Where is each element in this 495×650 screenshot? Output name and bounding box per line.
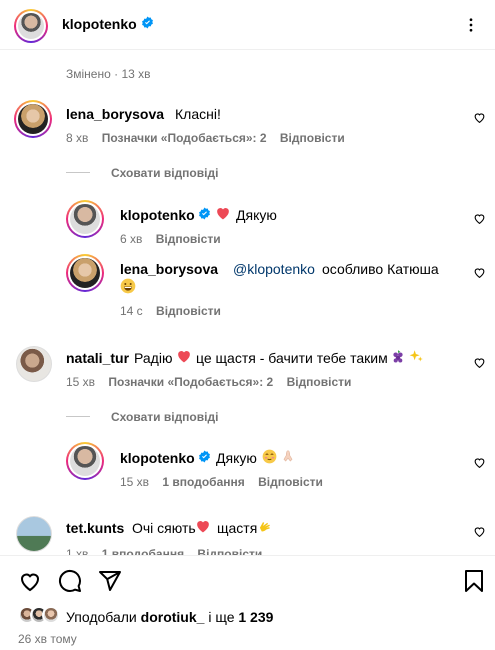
reply-button[interactable]: Відповісти <box>258 475 323 489</box>
verified-icon <box>199 450 210 463</box>
heart-icon[interactable] <box>473 525 486 538</box>
post-actions-footer: Уподобали dorotiuk_ і ще 1 239 26 хв том… <box>0 555 495 650</box>
comment-text: це щастя - бачити тебе таким <box>196 350 388 366</box>
comment-time: 15 хв <box>120 475 150 489</box>
reply-button[interactable]: Відповісти <box>156 304 221 318</box>
post-timestamp[interactable]: 26 хв тому <box>18 632 77 646</box>
verified-icon <box>142 16 153 29</box>
comment-time: 6 хв <box>120 232 143 246</box>
comment-text: Очі сяють <box>132 520 196 536</box>
avatar[interactable] <box>16 516 52 552</box>
commenter-story-ring[interactable] <box>66 200 104 238</box>
likes-count[interactable]: Позначки «Подобається»: 2 <box>102 131 267 145</box>
divider-line <box>66 172 90 173</box>
comment-time: 8 хв <box>66 131 89 145</box>
red-heart-emoji-icon <box>217 208 229 220</box>
comment-text: особливо Катюша <box>322 261 439 277</box>
likes-total[interactable]: 1 239 <box>238 609 273 625</box>
comment-time: 15 хв <box>66 375 96 389</box>
clap-emoji-icon <box>259 522 270 532</box>
comment-username[interactable]: klopotenko <box>120 207 195 223</box>
share-icon[interactable] <box>98 569 122 593</box>
author-username[interactable]: klopotenko <box>62 16 137 32</box>
avatar <box>70 204 100 234</box>
likes-count[interactable]: 1 вподобання <box>102 547 184 555</box>
pray-emoji-icon <box>283 450 293 462</box>
likes-count[interactable]: 1 вподобання <box>162 475 244 489</box>
comment-text: Радію <box>134 350 173 366</box>
reply-button[interactable]: Відповісти <box>280 131 345 145</box>
mention-link[interactable]: @klopotenko <box>233 261 315 277</box>
edited-line: Змінено · 13 хв <box>66 67 151 81</box>
post-header: klopotenko <box>0 0 495 50</box>
liked-user-link[interactable]: dorotiuk_ <box>141 609 205 625</box>
comment-time: 1 хв <box>66 547 89 555</box>
reply-button[interactable]: Відповісти <box>156 232 221 246</box>
comment-meta: 6 хв Відповісти <box>120 232 221 246</box>
author-avatar <box>18 13 44 39</box>
blush-emoji-icon <box>262 449 277 464</box>
comment-meta: 1 хв 1 вподобання Відповісти <box>66 547 262 555</box>
hide-replies-button[interactable]: Сховати відповіді <box>111 410 218 424</box>
comment-text: щастя <box>217 520 258 536</box>
comment-username[interactable]: tet.kunts <box>66 520 124 536</box>
heart-icon[interactable] <box>473 356 486 369</box>
heart-icon[interactable] <box>473 212 486 225</box>
avatar <box>70 258 100 288</box>
comment-username[interactable]: natali_tur <box>66 350 129 366</box>
commenter-story-ring[interactable] <box>66 442 104 480</box>
heart-icon[interactable] <box>473 111 486 124</box>
comments-list[interactable]: Змінено · 13 хв lena_borysova Класні! 8 … <box>0 50 495 555</box>
reply-button[interactable]: Відповісти <box>287 375 352 389</box>
comment-text: Дякую <box>216 450 257 466</box>
reply-button[interactable]: Відповісти <box>197 547 262 555</box>
liker-avatar <box>42 606 60 624</box>
comment-meta: 14 с Відповісти <box>120 304 221 318</box>
commenter-story-ring[interactable] <box>66 254 104 292</box>
comment-text: Дякую <box>236 207 277 223</box>
comment-icon[interactable] <box>58 569 82 593</box>
more-icon[interactable] <box>462 16 480 34</box>
comment-time: 14 с <box>120 304 143 318</box>
comment-username[interactable]: lena_borysova <box>66 106 164 122</box>
red-heart-emoji-icon <box>197 521 209 533</box>
likes-count[interactable]: Позначки «Подобається»: 2 <box>108 375 273 389</box>
comment-meta: 15 хв 1 вподобання Відповісти <box>120 475 323 489</box>
heart-icon[interactable] <box>18 569 42 593</box>
heart-icon[interactable] <box>473 266 486 279</box>
grapes-emoji-icon <box>393 350 403 363</box>
liked-by-line: Уподобали dorotiuk_ і ще 1 239 <box>66 609 274 625</box>
comment-text: Класні! <box>175 106 221 122</box>
comment-meta: 15 хв Позначки «Подобається»: 2 Відповіс… <box>66 375 351 389</box>
avatar <box>70 446 100 476</box>
comment-username[interactable]: klopotenko <box>120 450 195 466</box>
divider-line <box>66 416 90 417</box>
grin-emoji-icon <box>120 278 136 294</box>
hide-replies-button[interactable]: Сховати відповіді <box>111 166 218 180</box>
avatar <box>18 104 48 134</box>
author-story-ring[interactable] <box>14 9 48 43</box>
commenter-story-ring[interactable] <box>14 100 52 138</box>
red-heart-emoji-icon <box>178 351 190 363</box>
bookmark-icon[interactable] <box>463 569 485 593</box>
comment-username[interactable]: lena_borysova <box>120 261 218 277</box>
avatar[interactable] <box>16 346 52 382</box>
comment-meta: 8 хв Позначки «Подобається»: 2 Відповіст… <box>66 131 345 145</box>
verified-icon <box>199 207 210 220</box>
heart-filled-icon[interactable] <box>473 456 486 469</box>
sparkles-emoji-icon <box>409 350 423 362</box>
